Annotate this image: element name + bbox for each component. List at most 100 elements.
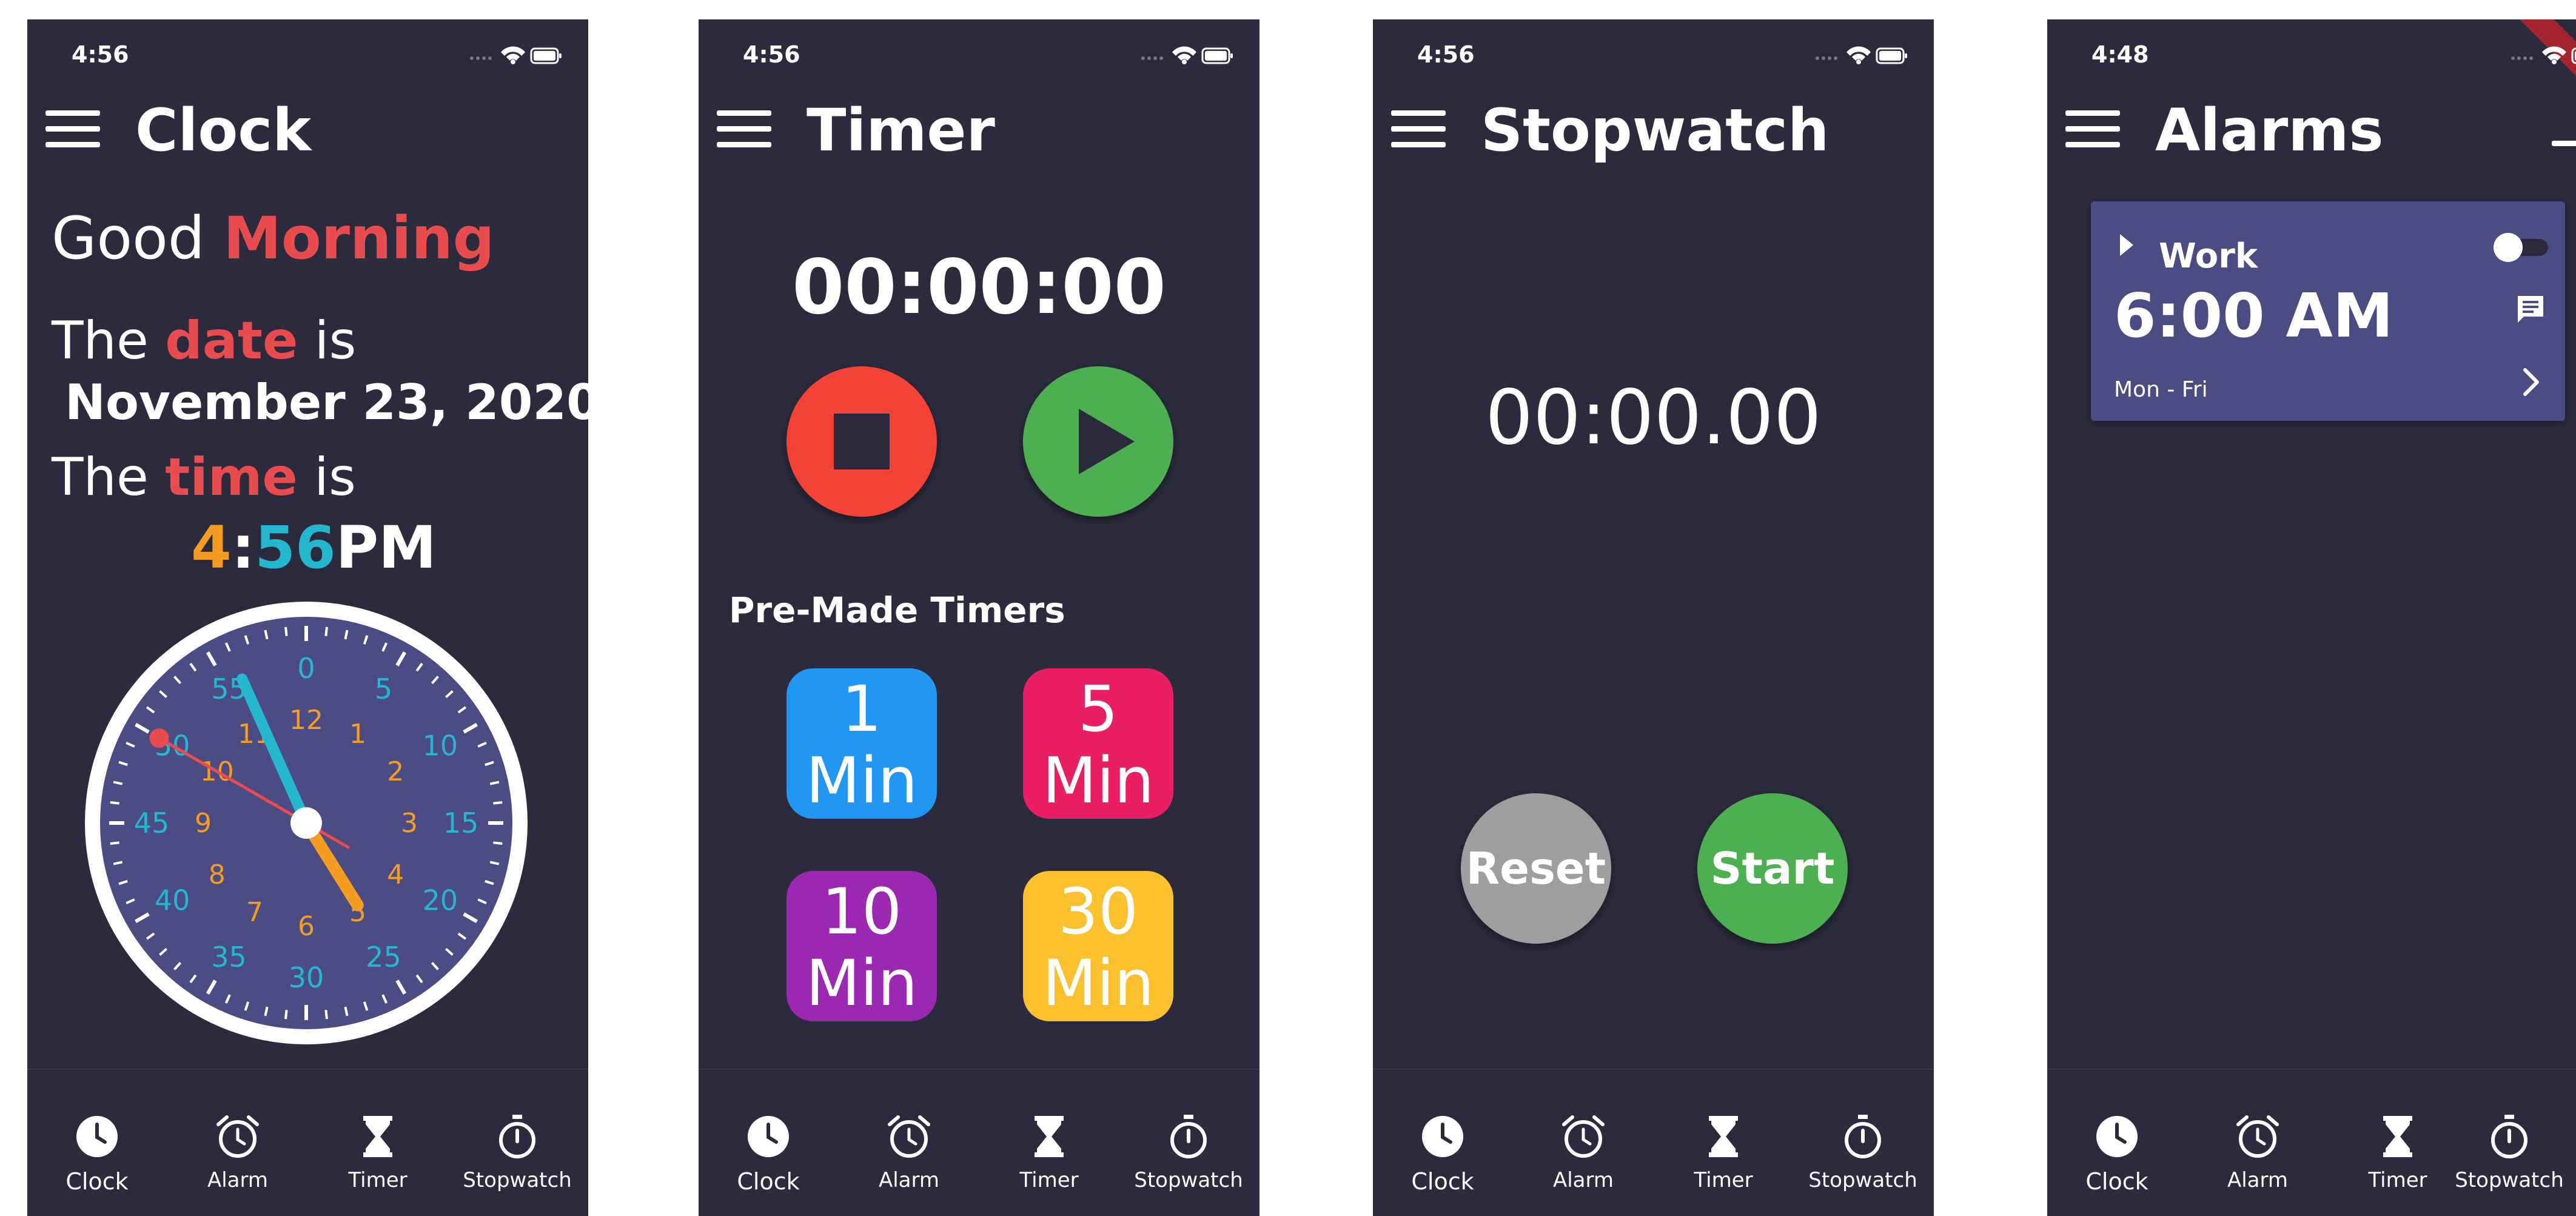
status-icons	[469, 45, 563, 66]
nav-alarm-label: Alarm	[2227, 1168, 2289, 1192]
dial-tick	[284, 626, 288, 636]
nav-alarm[interactable]: Alarm	[171, 1112, 304, 1192]
clock-center	[290, 807, 322, 839]
dial-minute-label: 40	[155, 884, 190, 917]
dial-tick	[324, 626, 328, 636]
stopwatch-icon	[1839, 1112, 1887, 1161]
nav-timer[interactable]: Timer	[1657, 1112, 1790, 1192]
date-highlight: date	[165, 311, 298, 371]
dial-hour-label: 7	[246, 897, 263, 928]
menu-icon[interactable]	[45, 110, 100, 149]
preset-10-min[interactable]: 10 Min	[787, 871, 937, 1021]
bottom-nav: Clock Alarm Timer Stopwatch	[27, 1069, 588, 1216]
nav-alarm-label: Alarm	[1552, 1168, 1614, 1192]
section-title: Pre-Made Timers	[729, 590, 1065, 631]
preset-value: 1	[841, 672, 882, 746]
page-title: Stopwatch	[1481, 96, 1830, 164]
date-suffix: is	[314, 311, 357, 371]
nav-clock[interactable]: Clock	[2050, 1112, 2184, 1195]
page-title: Clock	[135, 96, 312, 164]
status-time: 4:56	[1417, 41, 1475, 68]
stopwatch-screen: 4:56 Stopwatch 00:00.00 Reset Start Cloc…	[1373, 19, 1934, 1216]
dial-tick	[284, 1010, 288, 1019]
nav-timer-label: Timer	[1019, 1168, 1079, 1192]
preset-unit: Min	[805, 744, 918, 818]
dial-minute-label: 15	[443, 807, 479, 839]
nav-stopwatch-label: Stopwatch	[463, 1168, 572, 1192]
nav-clock[interactable]: Clock	[1376, 1112, 1509, 1195]
dial-minute-label: 5	[375, 673, 392, 705]
start-button[interactable]: Start	[1697, 793, 1848, 944]
greeting: Good Morning	[52, 204, 494, 272]
hourglass-icon	[2383, 1116, 2412, 1157]
stopwatch-icon	[1164, 1112, 1213, 1161]
menu-icon[interactable]	[2065, 110, 2120, 149]
status-time: 4:56	[743, 41, 800, 68]
preset-5-min[interactable]: 5 Min	[1023, 668, 1173, 819]
alarm-toggle[interactable]	[2491, 228, 2552, 264]
expand-icon[interactable]	[2115, 227, 2139, 263]
preset-unit: Min	[1042, 744, 1155, 818]
dial-hour-label: 4	[387, 859, 404, 890]
nav-alarm-label: Alarm	[878, 1168, 940, 1192]
chevron-right-icon[interactable]	[2517, 364, 2547, 400]
dial-hour-label: 1	[349, 719, 366, 750]
status-time: 4:56	[72, 41, 129, 68]
menu-icon[interactable]	[717, 110, 771, 149]
status-icons	[1814, 45, 1908, 66]
hourglass-icon	[1709, 1116, 1738, 1157]
alarm-card[interactable]: Work 6:00 AM Mon - Fri	[2091, 201, 2565, 421]
bottom-nav: Clock Alarm Timer Stopwatch	[699, 1069, 1259, 1216]
clock-icon	[73, 1112, 121, 1161]
hourglass-icon	[363, 1116, 392, 1157]
status-icons	[1140, 45, 1234, 66]
page-title: Timer	[807, 96, 995, 164]
dial-hour-label: 3	[401, 808, 418, 839]
alarms-screen: 4:48 Alarms Work 6:00 AM Mon - Fri Clock…	[2047, 19, 2576, 1216]
stop-button[interactable]	[787, 366, 937, 517]
nav-alarm[interactable]: Alarm	[842, 1112, 976, 1192]
nav-clock[interactable]: Clock	[702, 1112, 835, 1195]
nav-clock-label: Clock	[1411, 1168, 1474, 1195]
nav-stopwatch[interactable]: Stopwatch	[451, 1112, 584, 1192]
nav-stopwatch[interactable]: Stopwatch	[1796, 1112, 1930, 1192]
bottom-nav: Clock Alarm Timer Stopwatch	[1373, 1069, 1934, 1216]
time-minute: 56	[255, 514, 336, 582]
time-suffix: is	[314, 447, 356, 508]
clock-icon	[744, 1112, 793, 1161]
nav-alarm-label: Alarm	[207, 1168, 269, 1192]
nav-stopwatch[interactable]: Stopwatch	[2443, 1112, 2576, 1192]
page-title: Alarms	[2155, 96, 2384, 164]
reset-button[interactable]: Reset	[1461, 793, 1611, 944]
nav-alarm[interactable]: Alarm	[1517, 1112, 1650, 1192]
add-alarm-icon[interactable]	[2552, 141, 2576, 146]
clock-icon	[1418, 1112, 1467, 1161]
preset-30-min[interactable]: 30 Min	[1023, 871, 1173, 1021]
preset-1-min[interactable]: 1 Min	[787, 668, 937, 819]
nav-clock[interactable]: Clock	[30, 1112, 164, 1195]
dial-minute-label: 0	[297, 652, 315, 685]
date-value: November 23, 2020	[65, 374, 588, 431]
dial-minute-label: 30	[289, 961, 324, 994]
nav-timer[interactable]: Timer	[311, 1112, 444, 1192]
dial-tick	[110, 841, 119, 845]
dial-tick	[110, 801, 119, 805]
nav-timer[interactable]: Timer	[982, 1112, 1116, 1192]
nav-clock-label: Clock	[2085, 1168, 2148, 1195]
menu-icon[interactable]	[1391, 110, 1446, 149]
play-button[interactable]	[1023, 366, 1173, 517]
alarm-name: Work	[2159, 237, 2258, 276]
stop-icon	[834, 414, 890, 469]
clock-screen: 4:56 Clock Good Morning The date is Nove…	[27, 19, 588, 1216]
alarm-icon	[885, 1112, 933, 1161]
nav-timer-label: Timer	[1694, 1168, 1753, 1192]
alarm-days: Mon - Fri	[2114, 377, 2208, 402]
dial-minute-label: 45	[134, 807, 170, 839]
label-icon[interactable]	[2514, 292, 2547, 325]
time-prefix: The	[52, 447, 149, 508]
greeting-prefix: Good	[52, 204, 205, 272]
dial-hour-label: 6	[298, 911, 315, 942]
dial-tick	[493, 841, 503, 845]
nav-alarm[interactable]: Alarm	[2191, 1112, 2324, 1192]
nav-stopwatch[interactable]: Stopwatch	[1122, 1112, 1255, 1192]
